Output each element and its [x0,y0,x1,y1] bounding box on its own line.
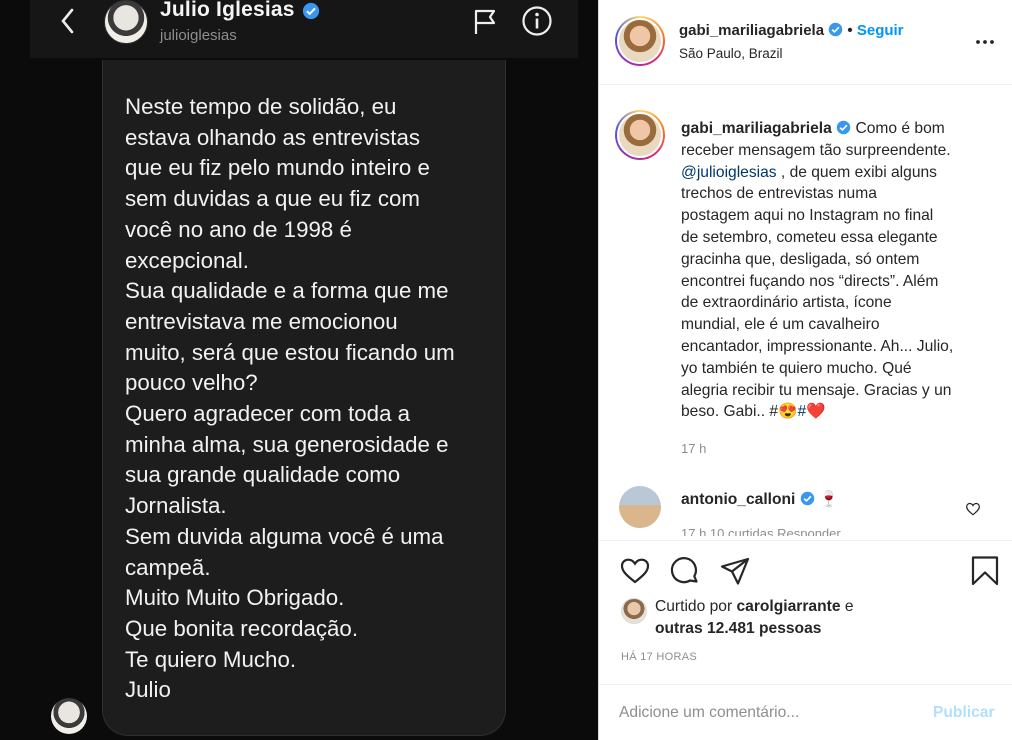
follow-button[interactable]: Seguir [857,22,904,39]
caption-text: beso. Gabi.. # [681,403,779,421]
avatar [617,112,663,158]
caption-line: yo también te quiero mucho. Qué [681,359,912,377]
post-header: gabi_mariliagabriela • Seguir [679,22,904,39]
message-line: minha alma, sua generosidade e [125,431,449,457]
post-image: Julio Iglesias julioiglesias Neste tempo… [0,0,598,740]
divider [599,684,1012,685]
comment-like-heart-icon[interactable] [965,501,981,517]
comment-avatar[interactable] [619,486,661,528]
comment-icon[interactable] [669,555,701,587]
caption-avatar-ring[interactable] [615,110,665,160]
message-line: Julio [125,677,171,703]
comment-emoji: 🍷 [819,491,839,508]
caption-line: mundial, ele é um cavalheiro [681,316,880,334]
message-line: estava olhando as entrevistas [125,124,420,150]
message-line: você no ano de 1998 é [125,216,352,242]
message-line: Jornalista. [125,493,227,519]
divider [599,84,1012,85]
likes-count-link[interactable]: outras 12.481 pessoas [655,620,821,638]
caption-line: trechos de entrevistas numa [681,185,877,203]
post-timestamp[interactable]: HÁ 17 HORAS [621,651,697,663]
message-line: pouco velho? [125,370,258,396]
message-sender-avatar [51,698,87,734]
message-line: muito, será que estou ficando um [125,339,455,365]
message-line: sem duvidas a que eu fiz com [125,186,420,212]
bookmark-icon[interactable] [969,555,1001,587]
heart-icon[interactable] [619,555,651,587]
caption-line: gracinha que, desligada, só ontem [681,250,920,268]
comment-username[interactable]: antonio_calloni [681,491,795,508]
verified-icon [829,22,843,37]
message-line: sua grande qualidade como [125,462,401,488]
caption-line: postagem aqui no Instagram no final [681,207,934,225]
hashtag-link[interactable]: # [798,403,807,420]
back-chevron-icon [61,8,74,34]
verified-icon [302,2,320,20]
caption-line: encontrei fuçando nos “directs”. Além [681,272,939,290]
mention-link[interactable]: @julioiglesias [681,164,777,181]
message-line: Que bonita recordação. [125,615,359,641]
likes-summary: Curtido por carolgiarrante e [655,598,854,616]
publish-button[interactable]: Publicar [933,704,995,722]
message-line: Quero agradecer com toda a [125,401,411,427]
divider [599,540,1012,541]
caption-username[interactable]: gabi_mariliagabriela [681,120,832,137]
separator-dot: • [847,22,857,39]
message-line: Muito Muito Obrigado. [125,585,345,611]
likes-joiner: e [844,598,854,615]
message-line: campeã. [125,554,211,580]
liked-by-avatar[interactable] [621,598,647,624]
flag-icon [474,9,496,34]
dm-contact-name: Julio Iglesias [160,0,295,21]
caption-line: encantador, impressionante. Ah... Julio, [681,337,954,355]
caption-timestamp: 17 h [681,441,707,456]
caption-line: alegria recibir tu mensaje. Gracias y un [681,381,952,399]
emoji: ❤️ [806,403,826,421]
message-line: Sua qualidade e a forma que me [125,278,449,304]
info-icon [522,6,552,36]
caption-line: receber mensagem tão surpreendente. [681,141,951,159]
caption-line: de setembro, cometeu essa elegante [681,228,938,246]
post-author-username[interactable]: gabi_mariliagabriela [679,22,824,39]
caption-line: de extraordinário artista, ícone [681,294,892,312]
liked-by-username[interactable]: carolgiarrante [736,598,840,615]
message-line: excepcional. [125,247,249,273]
post-caption: gabi_mariliagabriela Como é bom receber … [681,118,995,423]
comment-input[interactable]: Adicione um comentário... [619,704,799,722]
dm-avatar [104,0,148,44]
avatar [617,18,663,64]
more-icon[interactable] [973,30,997,54]
message-line: que eu fiz pelo mundo inteiro e [125,155,430,181]
caption-text: , de quem exibi alguns [780,163,937,181]
caption-text: Como é bom [855,120,945,137]
verified-icon [836,120,851,135]
message-line: Neste tempo de solidão, eu [125,94,397,119]
message-line: Te quiero Mucho. [125,646,297,672]
post-panel: gabi_mariliagabriela • Seguir São Paulo,… [598,0,1012,740]
comment-meta: 17 h 10 curtidas Responder [681,526,841,536]
comment: antonio_calloni 🍷 [681,490,838,509]
post-author-avatar-ring[interactable] [615,16,665,66]
message-text: Neste tempo de solidão, eu estava olhand… [125,92,497,706]
verified-icon [800,491,814,506]
emoji: 😍 [778,403,798,421]
share-icon[interactable] [719,555,751,587]
likes-prefix: Curtido por [655,598,733,615]
message-line: Sem duvida alguma você é uma [125,523,444,549]
message-line: entrevistava me emocionou [125,308,398,334]
post-location[interactable]: São Paulo, Brazil [679,46,783,61]
dm-contact-handle: julioiglesias [160,27,237,44]
